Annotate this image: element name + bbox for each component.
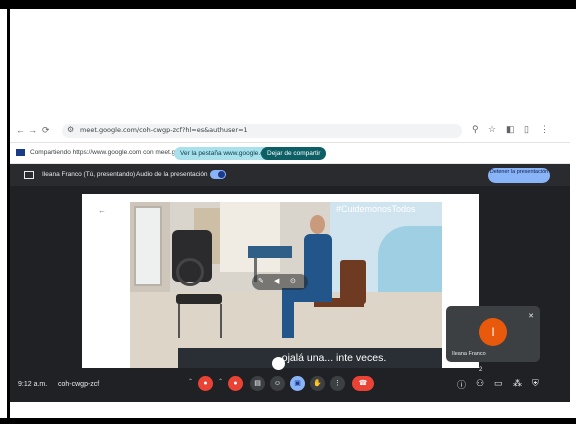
mic-toggle-button[interactable]: ● [198,376,213,391]
meet-stage: Ileana Franco (Tú, presentando) Audio de… [10,164,570,402]
address-bar[interactable]: ⚙ meet.google.com/coh-cwgp-zcf?hl=es&aut… [62,124,462,138]
reactions-button[interactable]: ☺ [270,376,285,391]
caption-bar: ojalá una... inte veces. [178,348,442,368]
presentation-audio-toggle[interactable] [210,170,226,179]
reload-icon[interactable]: ⟳ [42,124,50,136]
clock-time: 9:12 a.m. [18,381,48,388]
video-mute-icon[interactable]: ✎ [258,277,264,285]
presentation-audio-label: Audio de la presentación [136,171,208,178]
presenting-strip: Ileana Franco (Tú, presentando) Audio de… [10,164,570,186]
camera-toggle-button[interactable]: ● [228,376,243,391]
translate-icon[interactable]: ⚲ [472,124,479,135]
menu-icon[interactable]: ⋮ [540,124,549,135]
mic-options-icon[interactable]: ⌃ [188,378,193,385]
camera-options-icon[interactable]: ⌃ [218,378,223,385]
screenshot-area: ← → ⟳ ⚙ meet.google.com/coh-cwgp-zcf?hl=… [10,119,570,402]
raise-hand-button[interactable]: ✋ [310,376,325,391]
chat-icon[interactable]: ▭ [494,378,503,389]
self-name: Ileana Franco [452,351,486,357]
video-settings-icon[interactable]: ⊙ [290,277,296,285]
frame-bottom-border [0,418,576,424]
tune-icon[interactable]: ⚙ [67,125,74,134]
present-screen-icon [24,171,34,179]
back-icon[interactable]: ← [16,124,25,136]
captions-button[interactable]: ▤ [250,376,265,391]
pointer-cursor [272,357,285,370]
tab-share-infobar: Compartiendo https://www.google.com con … [10,143,570,164]
browser-toolbar: ← → ⟳ ⚙ meet.google.com/coh-cwgp-zcf?hl=… [10,119,570,143]
cast-icon [16,149,25,156]
present-button[interactable]: ▣ [290,376,305,391]
person [304,234,332,294]
meeting-code: coh-cwgp-zcf [58,381,100,388]
end-call-button[interactable]: ☎ [352,376,374,391]
mic-off-icon: ✕ [528,313,534,320]
shared-video[interactable]: #CuidemonosTodos ✎ ◀ ⊙ ojalá una... inte… [130,202,442,368]
self-video-tile[interactable]: ✕ I Ileana Franco [446,306,540,362]
star-icon[interactable]: ☆ [488,124,496,135]
profile-icon[interactable]: ▯ [524,124,529,135]
stop-presenting-button[interactable]: Detener la presentación [488,168,550,183]
video-volume-icon[interactable]: ◀ [274,277,279,285]
avatar: I [479,318,507,346]
frame-top-border [0,0,576,9]
host-controls-icon[interactable]: ⛨ [532,378,539,389]
caption-text: ojalá una... inte veces. [281,352,387,364]
content-back-icon[interactable]: ← [98,206,106,215]
participant-count: 2 [479,367,483,373]
activities-icon[interactable]: ⁂ [513,378,522,389]
extension-icon[interactable]: ◧ [506,124,515,135]
info-icon[interactable]: ⓘ [457,378,466,391]
stop-sharing-button[interactable]: Dejar de compartir [261,147,327,160]
video-controls[interactable]: ✎ ◀ ⊙ [252,274,308,290]
forward-icon[interactable]: → [28,124,37,136]
presenter-label: Ileana Franco (Tú, presentando) [42,171,136,178]
url-text: meet.google.com/coh-cwgp-zcf?hl=es&authu… [80,126,248,134]
shared-content: ← #CuidemonosTodos ✎ ◀ ⊙ ojalá una... in… [82,194,479,368]
more-options-button[interactable]: ⋮ [330,376,345,391]
people-icon[interactable]: ⚇ [476,378,484,389]
video-hashtag: #CuidemonosTodos [336,204,416,214]
